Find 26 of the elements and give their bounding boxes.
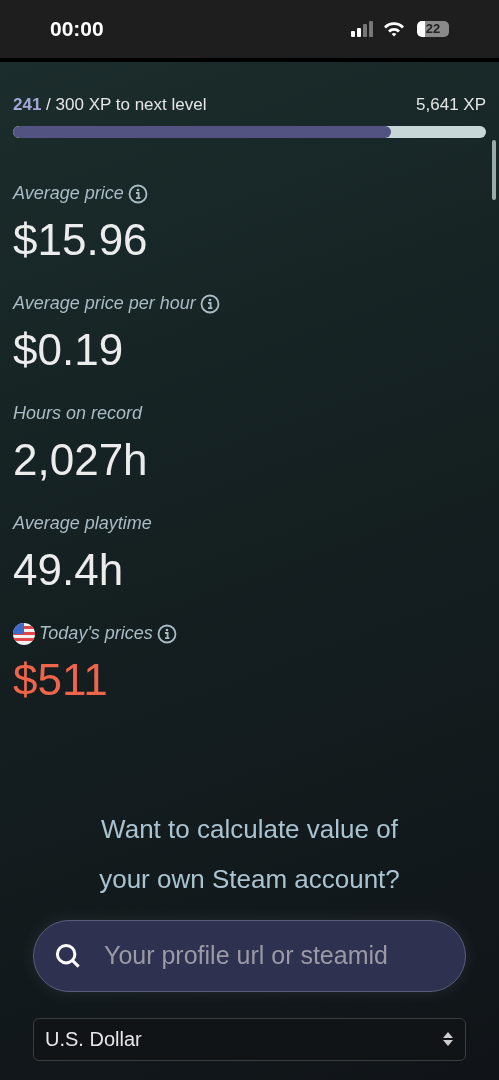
stat-label: Average playtime — [13, 512, 152, 535]
callout-text: your own Steam account? — [99, 862, 400, 896]
callout-text: Want to calculate value of — [101, 812, 398, 846]
stat-label: Hours on record — [13, 402, 143, 425]
stat-value: $511 — [13, 653, 109, 706]
stat-label: Today's prices — [39, 622, 153, 645]
stat-label: Average price per hour — [13, 292, 196, 315]
stat-value: $0.19 — [13, 323, 125, 376]
stat-label: Average price — [13, 182, 124, 205]
battery-indicator: 22 — [417, 21, 449, 37]
wifi-icon — [383, 21, 405, 37]
clock-time: 00:00 — [50, 16, 104, 43]
scrollbar-thumb — [492, 140, 496, 200]
search-field[interactable]: Your profile url or steamid — [33, 919, 466, 992]
stat-value: $15.96 — [13, 213, 149, 266]
info-icon[interactable] — [127, 183, 148, 204]
info-icon[interactable] — [199, 293, 220, 314]
stat-value: 49.4h — [13, 543, 125, 596]
stat-value: 2,027h — [13, 433, 149, 486]
info-icon[interactable] — [156, 623, 177, 644]
total-xp: 5,641 XP — [416, 94, 486, 116]
signal-icon — [351, 21, 375, 37]
flag-icon — [13, 622, 35, 645]
currency-select[interactable]: U.S. Dollar — [33, 1017, 466, 1061]
sort-caret-icon — [442, 1031, 454, 1047]
xp-progress-text: 241 / 300 XP to next level — [13, 94, 207, 116]
